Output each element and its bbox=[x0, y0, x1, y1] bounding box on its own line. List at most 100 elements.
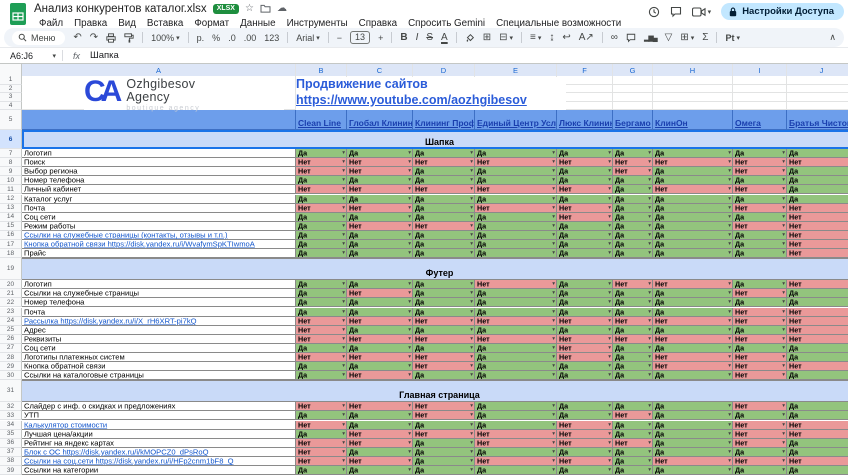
cell-F29[interactable]: Да▾ bbox=[557, 362, 613, 371]
dropdown-arrow-icon[interactable]: ▾ bbox=[408, 363, 411, 369]
cell-C23[interactable]: Да▾ bbox=[347, 308, 413, 317]
competitor-header-C5[interactable]: Глобал Клининг bbox=[347, 110, 413, 130]
row-header-26[interactable]: 26 bbox=[0, 335, 22, 344]
dropdown-arrow-icon[interactable]: ▾ bbox=[470, 345, 473, 351]
dropdown-arrow-icon[interactable]: ▾ bbox=[728, 422, 731, 428]
chevron-down-icon[interactable]: ▾ bbox=[708, 8, 712, 16]
increase-decimals-button[interactable]: .00 bbox=[244, 33, 257, 43]
competitor-link[interactable]: Clean Line bbox=[298, 118, 341, 128]
cell-B10[interactable]: Да▾ bbox=[296, 176, 347, 185]
cell-B13[interactable]: Нет▾ bbox=[296, 204, 347, 213]
cell-H10[interactable]: Да▾ bbox=[653, 176, 733, 185]
dropdown-arrow-icon[interactable]: ▾ bbox=[552, 354, 555, 360]
dropdown-arrow-icon[interactable]: ▾ bbox=[728, 159, 731, 165]
cell-G30[interactable]: Да▾ bbox=[613, 371, 653, 380]
cell-D13[interactable]: Да▾ bbox=[413, 204, 475, 213]
dropdown-arrow-icon[interactable]: ▾ bbox=[552, 281, 555, 287]
dropdown-arrow-icon[interactable]: ▾ bbox=[408, 241, 411, 247]
dropdown-arrow-icon[interactable]: ▾ bbox=[552, 318, 555, 324]
dropdown-arrow-icon[interactable]: ▾ bbox=[408, 281, 411, 287]
dropdown-arrow-icon[interactable]: ▾ bbox=[782, 186, 785, 192]
cell-F7[interactable]: Да▾ bbox=[557, 149, 613, 158]
cell-C10[interactable]: Да▾ bbox=[347, 176, 413, 185]
dropdown-arrow-icon[interactable]: ▾ bbox=[342, 372, 345, 378]
dropdown-arrow-icon[interactable]: ▾ bbox=[608, 223, 611, 229]
cell-J12[interactable]: Да▾ bbox=[787, 195, 848, 204]
cell-I22[interactable]: Да▾ bbox=[733, 298, 787, 307]
dropdown-arrow-icon[interactable]: ▾ bbox=[408, 250, 411, 256]
cell-A34[interactable]: Калькулятор стоимости bbox=[22, 421, 296, 430]
dropdown-arrow-icon[interactable]: ▾ bbox=[782, 327, 785, 333]
cell-F21[interactable]: Да▾ bbox=[557, 289, 613, 298]
dropdown-arrow-icon[interactable]: ▾ bbox=[728, 290, 731, 296]
dropdown-arrow-icon[interactable]: ▾ bbox=[728, 363, 731, 369]
cell-H13[interactable]: Да▾ bbox=[653, 204, 733, 213]
cell-D34[interactable]: Да▾ bbox=[413, 421, 475, 430]
competitor-link[interactable]: Братья Чистовы bbox=[789, 118, 848, 128]
cell-D20[interactable]: Да▾ bbox=[413, 280, 475, 289]
dropdown-arrow-icon[interactable]: ▾ bbox=[608, 372, 611, 378]
dropdown-arrow-icon[interactable]: ▾ bbox=[728, 205, 731, 211]
dropdown-arrow-icon[interactable]: ▾ bbox=[648, 345, 651, 351]
cell-G8[interactable]: Нет▾ bbox=[613, 158, 653, 167]
cell-C35[interactable]: Нет▾ bbox=[347, 430, 413, 439]
cell-F17[interactable]: Да▾ bbox=[557, 240, 613, 249]
cell-J29[interactable]: Нет▾ bbox=[787, 362, 848, 371]
dropdown-arrow-icon[interactable]: ▾ bbox=[648, 241, 651, 247]
cell-E29[interactable]: Да▾ bbox=[475, 362, 557, 371]
dropdown-arrow-icon[interactable]: ▾ bbox=[408, 168, 411, 174]
dropdown-arrow-icon[interactable]: ▾ bbox=[342, 196, 345, 202]
cell-I13[interactable]: Нет▾ bbox=[733, 204, 787, 213]
row-header-18[interactable]: 18 bbox=[0, 249, 22, 258]
cell-H1[interactable] bbox=[653, 76, 733, 85]
cell-H26[interactable]: Нет▾ bbox=[653, 335, 733, 344]
format-percent-button[interactable]: % bbox=[212, 33, 220, 43]
cell-E18[interactable]: Да▾ bbox=[475, 249, 557, 258]
dropdown-arrow-icon[interactable]: ▾ bbox=[728, 458, 731, 464]
dropdown-arrow-icon[interactable]: ▾ bbox=[648, 309, 651, 315]
row-header-30[interactable]: 30 bbox=[0, 371, 22, 380]
dropdown-arrow-icon[interactable]: ▾ bbox=[470, 299, 473, 305]
row-header-38[interactable]: 38 bbox=[0, 457, 22, 466]
cell-F10[interactable]: Да▾ bbox=[557, 176, 613, 185]
cell-G14[interactable]: Да▾ bbox=[613, 213, 653, 222]
cell-G4[interactable] bbox=[613, 102, 653, 111]
cell-A17[interactable]: Кнопка обратной связи https://disk.yande… bbox=[22, 240, 296, 249]
dropdown-arrow-icon[interactable]: ▾ bbox=[552, 327, 555, 333]
dropdown-arrow-icon[interactable]: ▾ bbox=[782, 241, 785, 247]
dropdown-arrow-icon[interactable]: ▾ bbox=[782, 354, 785, 360]
cell-J33[interactable]: Да▾ bbox=[787, 411, 848, 420]
dropdown-arrow-icon[interactable]: ▾ bbox=[608, 327, 611, 333]
dropdown-arrow-icon[interactable]: ▾ bbox=[470, 309, 473, 315]
dropdown-arrow-icon[interactable]: ▾ bbox=[782, 318, 785, 324]
cell-J18[interactable]: Нет▾ bbox=[787, 249, 848, 258]
cell-C28[interactable]: Нет▾ bbox=[347, 353, 413, 362]
dropdown-arrow-icon[interactable]: ▾ bbox=[342, 363, 345, 369]
dropdown-arrow-icon[interactable]: ▾ bbox=[782, 403, 785, 409]
cell-B39[interactable]: Да▾ bbox=[296, 466, 347, 475]
dropdown-arrow-icon[interactable]: ▾ bbox=[408, 159, 411, 165]
cell-J9[interactable]: Да▾ bbox=[787, 167, 848, 176]
cell-J30[interactable]: Да▾ bbox=[787, 371, 848, 380]
dropdown-arrow-icon[interactable]: ▾ bbox=[782, 336, 785, 342]
dropdown-arrow-icon[interactable]: ▾ bbox=[728, 281, 731, 287]
dropdown-arrow-icon[interactable]: ▾ bbox=[782, 299, 785, 305]
cell-H22[interactable]: Да▾ bbox=[653, 298, 733, 307]
cell-F12[interactable]: Да▾ bbox=[557, 195, 613, 204]
cell-B33[interactable]: Да▾ bbox=[296, 411, 347, 420]
dropdown-arrow-icon[interactable]: ▾ bbox=[608, 449, 611, 455]
cell-E39[interactable]: Да▾ bbox=[475, 466, 557, 475]
dropdown-arrow-icon[interactable]: ▾ bbox=[470, 422, 473, 428]
cell-D23[interactable]: Да▾ bbox=[413, 308, 475, 317]
dropdown-arrow-icon[interactable]: ▾ bbox=[608, 354, 611, 360]
cell-E20[interactable]: Нет▾ bbox=[475, 280, 557, 289]
cell-D28[interactable]: Нет▾ bbox=[413, 353, 475, 362]
cell-G13[interactable]: Да▾ bbox=[613, 204, 653, 213]
dropdown-arrow-icon[interactable]: ▾ bbox=[342, 168, 345, 174]
cell-I15[interactable]: Нет▾ bbox=[733, 222, 787, 231]
cell-A7[interactable]: Логотип bbox=[22, 149, 296, 158]
dropdown-arrow-icon[interactable]: ▾ bbox=[408, 214, 411, 220]
dropdown-arrow-icon[interactable]: ▾ bbox=[470, 205, 473, 211]
dropdown-arrow-icon[interactable]: ▾ bbox=[552, 223, 555, 229]
cell-H38[interactable]: Нет▾ bbox=[653, 457, 733, 466]
